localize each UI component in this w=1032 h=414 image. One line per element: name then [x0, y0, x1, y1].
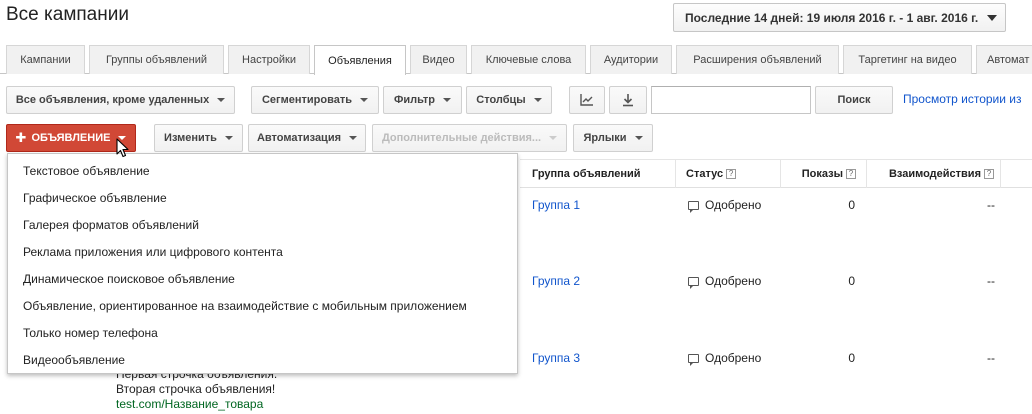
tab-video[interactable]: Видео	[410, 45, 467, 74]
menu-item-video-ad[interactable]: Видеообъявление	[23, 353, 125, 367]
line-chart-icon	[580, 94, 593, 106]
tab-ad-extensions[interactable]: Расширения объявлений	[676, 45, 839, 74]
ad-group-link[interactable]: Группа 1	[532, 198, 580, 212]
ad-filter-dropdown[interactable]: Все объявления, кроме удаленных	[6, 86, 235, 114]
ad-display-url[interactable]: test.com/Название_товара	[116, 397, 263, 411]
ad-filter-label: Все объявления, кроме удаленных	[15, 94, 210, 106]
ad-group-link[interactable]: Группа 3	[532, 351, 580, 365]
tab-ad-groups[interactable]: Группы объявлений	[89, 45, 224, 74]
download-button[interactable]	[609, 86, 647, 114]
column-header-status[interactable]: Статус?	[675, 160, 780, 188]
tab-keywords[interactable]: Ключевые слова	[471, 45, 586, 74]
chevron-down-icon	[634, 136, 643, 140]
labels-button[interactable]: Ярлыки	[573, 124, 653, 152]
help-icon[interactable]: ?	[846, 169, 856, 179]
help-icon[interactable]: ?	[984, 169, 994, 179]
tab-bar: Кампании Группы объявлений Настройки Объ…	[0, 45, 1032, 75]
column-divider	[1000, 160, 1032, 188]
search-input[interactable]	[651, 86, 811, 114]
speech-bubble-icon[interactable]	[688, 277, 699, 289]
ad-group-link[interactable]: Группа 2	[532, 274, 580, 288]
download-icon	[623, 93, 633, 106]
more-actions-button[interactable]: Дополнительные действия...	[372, 124, 567, 152]
status-cell: Одобрено	[688, 274, 761, 289]
tab-settings[interactable]: Настройки	[228, 45, 310, 74]
interactions-cell: --	[987, 274, 995, 288]
menu-item-text-ad[interactable]: Текстовое объявление	[23, 164, 150, 178]
search-button[interactable]: Поиск	[815, 86, 893, 114]
date-range-label: Последние 14 дней: 19 июля 2016 г. - 1 а…	[685, 10, 979, 25]
new-ad-type-menu: Текстовое объявление Графическое объявле…	[7, 153, 518, 374]
menu-item-app-ad[interactable]: Реклама приложения или цифрового контент…	[23, 245, 283, 259]
plus-icon: ✚	[15, 130, 27, 145]
segment-button[interactable]: Сегментировать	[251, 86, 379, 114]
chevron-down-icon	[217, 98, 226, 102]
menu-item-call-only-ad[interactable]: Только номер телефона	[23, 326, 158, 340]
tab-campaigns[interactable]: Кампании	[6, 45, 85, 74]
chart-toggle-button[interactable]	[569, 86, 605, 114]
page-title: Все кампании	[6, 4, 129, 25]
status-cell: Одобрено	[688, 351, 761, 366]
new-ad-label: ОБЪЯВЛЕНИЕ	[31, 132, 111, 144]
more-actions-label: Дополнительные действия...	[381, 132, 542, 144]
chevron-down-icon	[443, 98, 452, 102]
date-range-picker[interactable]: Последние 14 дней: 19 июля 2016 г. - 1 а…	[673, 3, 1006, 32]
chevron-down-icon	[533, 98, 542, 102]
filter-button[interactable]: Фильтр	[383, 86, 462, 114]
menu-item-dynamic-search-ad[interactable]: Динамическое поисковое объявление	[23, 272, 235, 286]
chevron-down-icon	[360, 98, 368, 102]
column-header-interactions[interactable]: Взаимодействия?	[866, 160, 1000, 188]
table-header: Группа объявлений Статус? Показы? Взаимо…	[520, 159, 1032, 188]
menu-item-image-ad[interactable]: Графическое объявление	[23, 191, 167, 205]
tab-ads[interactable]: Объявления	[314, 45, 406, 75]
column-header-ad-group[interactable]: Группа объявлений	[532, 160, 641, 188]
impressions-cell: 0	[848, 351, 855, 365]
interactions-cell: --	[987, 198, 995, 212]
edit-button[interactable]: Изменить	[154, 124, 243, 152]
chevron-down-icon	[349, 136, 358, 140]
labels-label: Ярлыки	[583, 132, 627, 144]
automation-button[interactable]: Автоматизация	[248, 124, 366, 152]
chevron-down-icon	[987, 15, 997, 21]
columns-button[interactable]: Столбцы	[466, 86, 552, 114]
tab-audiences[interactable]: Аудитории	[590, 45, 672, 74]
edit-label: Изменить	[164, 132, 217, 144]
filter-label: Фильтр	[393, 94, 436, 106]
segment-label: Сегментировать	[261, 94, 352, 106]
mouse-pointer-icon	[116, 138, 129, 158]
columns-label: Столбцы	[476, 94, 526, 106]
tab-video-targeting[interactable]: Таргетинг на видео	[843, 45, 972, 74]
speech-bubble-icon[interactable]	[688, 354, 699, 366]
ad-line-2: Вторая строчка объявления!	[116, 382, 276, 396]
help-icon[interactable]: ?	[726, 169, 737, 179]
interactions-cell: --	[987, 351, 995, 365]
chevron-down-icon	[224, 136, 233, 140]
column-header-impressions[interactable]: Показы?	[780, 160, 866, 188]
chevron-down-icon	[549, 136, 558, 140]
impressions-cell: 0	[848, 198, 855, 212]
change-history-link[interactable]: Просмотр истории из	[903, 92, 1022, 106]
menu-item-ad-gallery[interactable]: Галерея форматов объявлений	[23, 218, 199, 232]
menu-item-app-engagement-ad[interactable]: Объявление, ориентированное на взаимодей…	[23, 299, 467, 313]
tab-automated[interactable]: Автомат	[976, 45, 1032, 74]
automation-label: Автоматизация	[256, 132, 342, 144]
status-cell: Одобрено	[688, 198, 761, 213]
speech-bubble-icon[interactable]	[688, 201, 699, 213]
impressions-cell: 0	[848, 274, 855, 288]
